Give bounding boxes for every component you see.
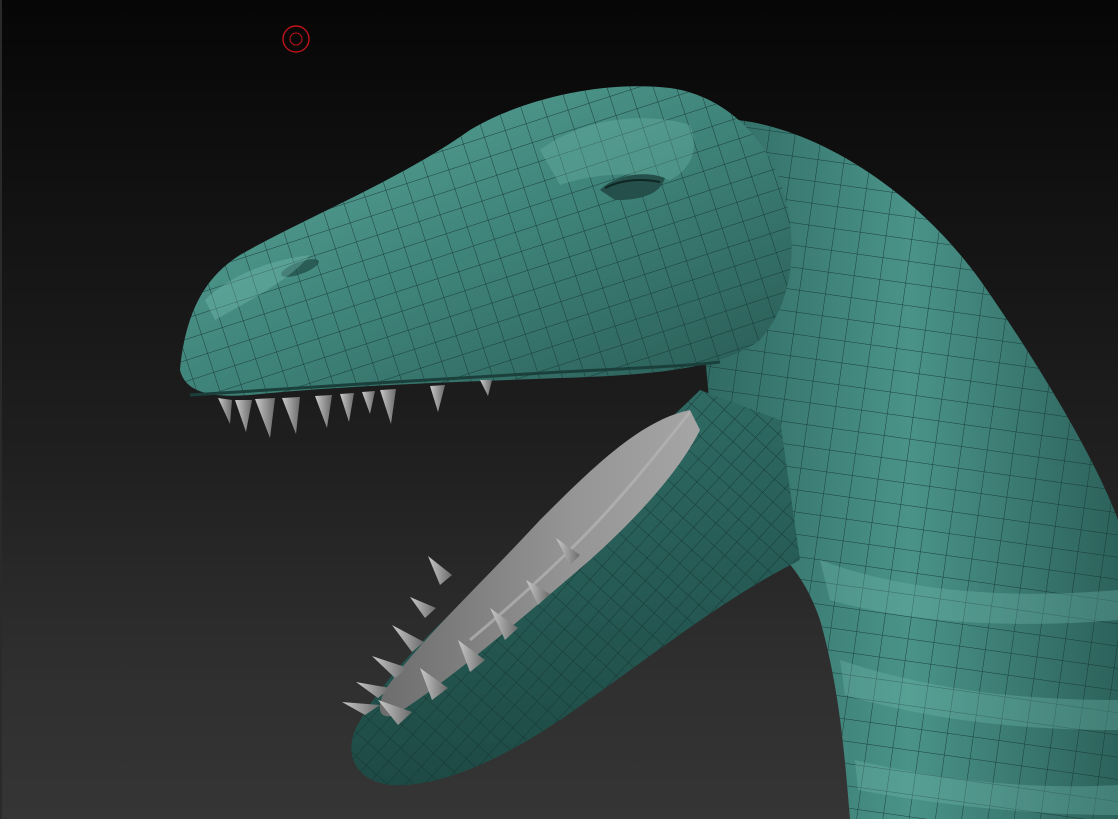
lower-jaw — [351, 390, 800, 786]
upper-head — [180, 86, 792, 397]
3d-viewport[interactable] — [0, 0, 1118, 819]
brush-circle-icon — [282, 25, 310, 53]
dinosaur-head-model[interactable] — [0, 0, 1118, 819]
